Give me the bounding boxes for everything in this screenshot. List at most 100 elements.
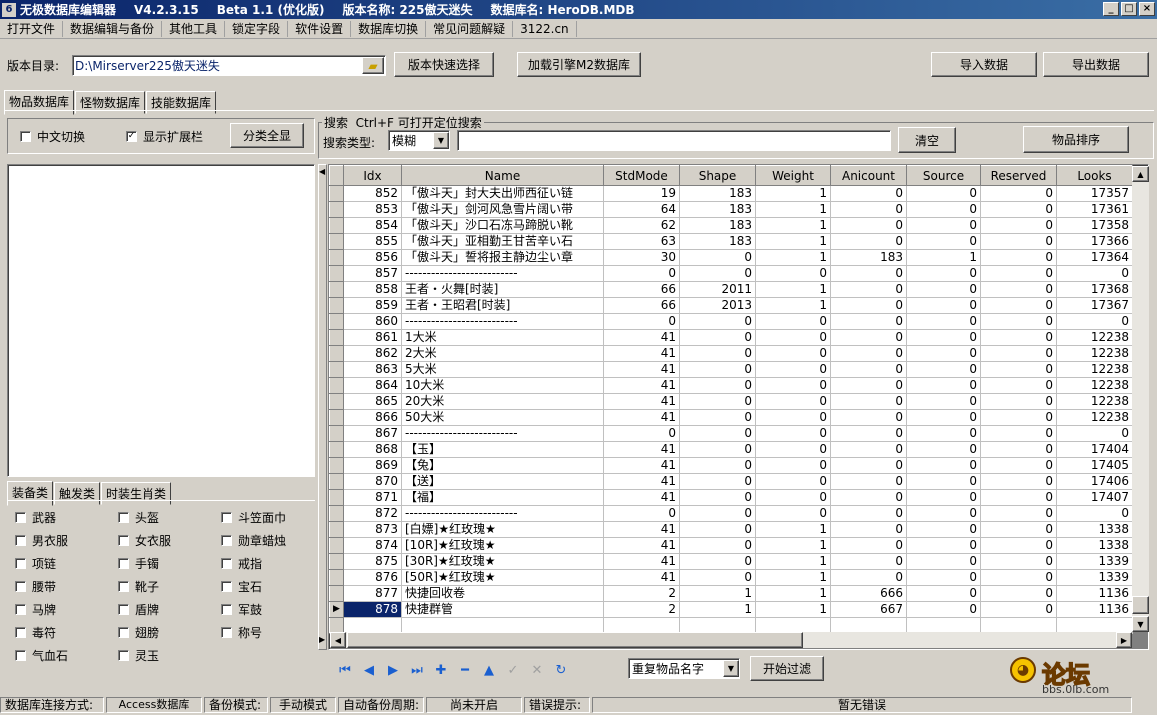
cell-shape[interactable]: 0 — [679, 313, 756, 330]
collapse-right-icon[interactable]: ▶ — [319, 635, 325, 644]
cancel-icon[interactable]: ✕ — [528, 661, 546, 679]
cell-idx[interactable]: 870 — [343, 473, 402, 490]
cell-idx[interactable]: 858 — [343, 281, 402, 298]
cell-name[interactable]: 【玉】 — [401, 441, 604, 458]
cell-idx[interactable]: 874 — [343, 537, 402, 554]
cell-looks[interactable]: 12238 — [1056, 345, 1133, 362]
cell-stdmode[interactable]: 2 — [603, 585, 680, 602]
table-row[interactable]: ▶ 878 快捷群管 2 1 1 667 0 0 1136 — [329, 601, 1133, 618]
cell-source[interactable]: 0 — [906, 505, 981, 522]
cell-reserved[interactable]: 0 — [980, 297, 1057, 314]
cell-anicount[interactable]: 0 — [830, 553, 907, 570]
last-icon[interactable]: ⏭ — [408, 661, 426, 679]
row-indicator[interactable] — [329, 233, 344, 250]
cell-name[interactable]: 「傲斗天」誓将报主静边尘い章 — [401, 249, 604, 266]
add-icon[interactable]: ✚ — [432, 661, 450, 679]
show-ext-checkbox[interactable]: ✓ 显示扩展栏 — [126, 128, 203, 145]
cell-anicount[interactable]: 0 — [830, 377, 907, 394]
cell-weight[interactable]: 0 — [755, 313, 831, 330]
cell-looks[interactable]: 12238 — [1056, 393, 1133, 410]
table-row[interactable]: 877 快捷回收卷 2 1 1 666 0 0 1136 — [329, 585, 1133, 602]
table-row[interactable]: 871 【福】 41 0 0 0 0 0 17407 — [329, 489, 1133, 506]
table-row[interactable]: 854 「傲斗天」沙口石冻马蹄脱い靴 62 183 1 0 0 0 17358 — [329, 217, 1133, 234]
cell-reserved[interactable]: 0 — [980, 281, 1057, 298]
cell-looks[interactable]: 1339 — [1056, 569, 1133, 586]
show-all-button[interactable]: 分类全显 — [230, 123, 304, 148]
cell-source[interactable]: 0 — [906, 521, 981, 538]
cell-anicount[interactable]: 0 — [830, 361, 907, 378]
cell-weight[interactable]: 0 — [755, 441, 831, 458]
cell-anicount[interactable]: 0 — [830, 569, 907, 586]
cell-reserved[interactable]: 0 — [980, 585, 1057, 602]
cell-idx[interactable]: 878 — [343, 601, 402, 618]
cell-reserved[interactable]: 0 — [980, 441, 1057, 458]
cell-anicount[interactable]: 0 — [830, 505, 907, 522]
row-indicator[interactable] — [329, 377, 344, 394]
cell-source[interactable]: 0 — [906, 297, 981, 314]
cell-weight[interactable]: 1 — [755, 297, 831, 314]
cell-stdmode[interactable]: 41 — [603, 457, 680, 474]
cell-anicount[interactable]: 0 — [830, 393, 907, 410]
table-row[interactable]: 862 2大米 41 0 0 0 0 0 12238 — [329, 345, 1133, 362]
table-row[interactable]: 859 王者・王昭君[时装] 66 2013 1 0 0 0 17367 — [329, 297, 1133, 314]
cell-name[interactable]: 【兔】 — [401, 457, 604, 474]
cell-weight[interactable]: 0 — [755, 457, 831, 474]
cell-name[interactable]: 快捷群管 — [401, 601, 604, 618]
cell-name[interactable]: 2大米 — [401, 345, 604, 362]
next-icon[interactable]: ▶ — [384, 661, 402, 679]
cell-weight[interactable]: 0 — [755, 345, 831, 362]
category-checkbox[interactable]: 翅膀 — [118, 624, 159, 641]
row-indicator[interactable] — [329, 345, 344, 362]
folder-icon[interactable]: ▰ — [362, 57, 384, 74]
up-icon[interactable]: ▲ — [480, 661, 498, 679]
column-header[interactable]: Name — [401, 165, 604, 186]
scroll-left-icon[interactable]: ◀ — [330, 632, 346, 648]
cell-reserved[interactable]: 0 — [980, 361, 1057, 378]
cell-anicount[interactable]: 0 — [830, 521, 907, 538]
menu-item[interactable]: 数据库切换 — [351, 20, 427, 37]
cell-reserved[interactable]: 0 — [980, 329, 1057, 346]
row-indicator[interactable] — [329, 473, 344, 490]
cell-shape[interactable]: 0 — [679, 329, 756, 346]
minimize-button[interactable]: _ — [1103, 2, 1119, 16]
cell-stdmode[interactable]: 0 — [603, 313, 680, 330]
cell-anicount[interactable]: 0 — [830, 185, 907, 202]
export-button[interactable]: 导出数据 — [1043, 52, 1149, 77]
category-checkbox[interactable]: 军鼓 — [221, 601, 262, 618]
cell-source[interactable]: 0 — [906, 537, 981, 554]
cell-anicount[interactable]: 0 — [830, 313, 907, 330]
cell-anicount[interactable]: 666 — [830, 585, 907, 602]
category-checkbox[interactable]: 毒符 — [15, 624, 56, 641]
cell-weight[interactable]: 1 — [755, 249, 831, 266]
cell-looks[interactable]: 17361 — [1056, 201, 1133, 218]
cell-source[interactable]: 0 — [906, 201, 981, 218]
cell-looks[interactable]: 1136 — [1056, 585, 1133, 602]
category-checkbox[interactable]: 斗笠面巾 — [221, 509, 286, 526]
row-indicator[interactable] — [329, 249, 344, 266]
cell-idx[interactable]: 875 — [343, 553, 402, 570]
cell-looks[interactable]: 17366 — [1056, 233, 1133, 250]
cell-name[interactable]: 「傲斗天」封大夫出师西征い链 — [401, 185, 604, 202]
row-indicator[interactable] — [329, 281, 344, 298]
cell-shape[interactable]: 0 — [679, 489, 756, 506]
cell-idx[interactable]: 853 — [343, 201, 402, 218]
cell-idx[interactable]: 866 — [343, 409, 402, 426]
cell-anicount[interactable]: 0 — [830, 425, 907, 442]
cell-looks[interactable]: 0 — [1056, 425, 1133, 442]
cell-idx[interactable]: 876 — [343, 569, 402, 586]
cell-source[interactable]: 0 — [906, 185, 981, 202]
cell-stdmode[interactable]: 41 — [603, 553, 680, 570]
cell-reserved[interactable]: 0 — [980, 249, 1057, 266]
chevron-down-icon[interactable]: ▼ — [723, 660, 739, 677]
cell-idx[interactable]: 871 — [343, 489, 402, 506]
menu-item[interactable]: 锁定字段 — [225, 20, 289, 37]
scroll-up-icon[interactable]: ▲ — [1132, 166, 1149, 182]
table-row[interactable]: 863 5大米 41 0 0 0 0 0 12238 — [329, 361, 1133, 378]
cell-idx[interactable]: 868 — [343, 441, 402, 458]
cell-looks[interactable]: 17364 — [1056, 249, 1133, 266]
cell-looks[interactable]: 1338 — [1056, 537, 1133, 554]
row-indicator[interactable] — [329, 569, 344, 586]
cell-anicount[interactable]: 0 — [830, 489, 907, 506]
cell-reserved[interactable]: 0 — [980, 233, 1057, 250]
refresh-icon[interactable]: ↻ — [552, 661, 570, 679]
